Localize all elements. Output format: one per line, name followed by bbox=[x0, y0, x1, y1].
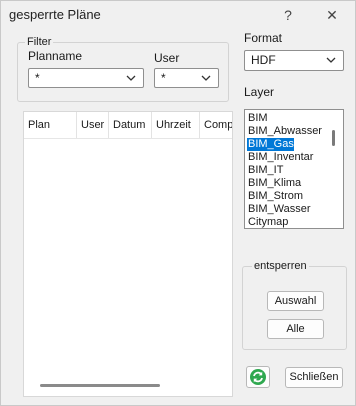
vertical-scrollbar[interactable] bbox=[332, 130, 335, 146]
col-header-user[interactable]: User bbox=[77, 112, 109, 138]
close-icon[interactable]: ✕ bbox=[322, 5, 342, 25]
col-header-plan[interactable]: Plan bbox=[24, 112, 77, 138]
close-button[interactable]: Schließen bbox=[285, 367, 343, 388]
layer-item[interactable]: BIM bbox=[247, 112, 268, 125]
layer-item[interactable]: BIM_Wasser bbox=[247, 203, 311, 216]
table-header: Plan User Datum Uhrzeit Compu bbox=[24, 112, 232, 139]
layer-label: Layer bbox=[244, 85, 275, 99]
planname-value: * bbox=[35, 71, 40, 85]
user-label: User bbox=[154, 51, 180, 65]
col-header-datum[interactable]: Datum bbox=[109, 112, 152, 138]
format-value: HDF bbox=[251, 53, 276, 67]
layer-item[interactable]: Citymap bbox=[247, 216, 288, 228]
title-bar: gesperrte Pläne ? ✕ bbox=[1, 1, 355, 29]
window-title: gesperrte Pläne bbox=[9, 7, 101, 22]
unlock-group-label: entsperren bbox=[252, 260, 309, 272]
select-button[interactable]: Auswahl bbox=[267, 291, 324, 311]
user-combo[interactable]: * bbox=[154, 68, 219, 88]
layer-item-selected[interactable]: BIM_Gas bbox=[247, 138, 294, 151]
help-button[interactable]: ? bbox=[278, 5, 298, 25]
dialog-window: gesperrte Pläne ? ✕ Filter Planname * Us… bbox=[0, 0, 356, 406]
format-combo[interactable]: HDF bbox=[244, 50, 344, 71]
chevron-down-icon bbox=[326, 57, 336, 63]
user-value: * bbox=[161, 71, 166, 85]
layer-item[interactable]: BIM_Abwasser bbox=[247, 125, 322, 138]
planname-label: Planname bbox=[28, 49, 83, 63]
layer-item[interactable]: BIM_Inventar bbox=[247, 151, 313, 164]
col-header-uhrzeit[interactable]: Uhrzeit bbox=[152, 112, 200, 138]
chevron-down-icon bbox=[201, 75, 211, 81]
horizontal-scrollbar[interactable] bbox=[40, 384, 160, 387]
format-label: Format bbox=[244, 31, 283, 45]
refresh-button[interactable] bbox=[246, 366, 270, 388]
planname-combo[interactable]: * bbox=[28, 68, 144, 88]
layer-listbox[interactable]: BIM BIM_Abwasser BIM_Gas BIM_Inventar BI… bbox=[244, 109, 344, 229]
layer-item[interactable]: BIM_Klima bbox=[247, 177, 301, 190]
locked-plans-table[interactable]: Plan User Datum Uhrzeit Compu bbox=[23, 111, 233, 397]
layer-item[interactable]: BIM_IT bbox=[247, 164, 283, 177]
layer-item[interactable]: BIM_Strom bbox=[247, 190, 303, 203]
chevron-down-icon bbox=[126, 75, 136, 81]
refresh-icon bbox=[250, 369, 266, 385]
col-header-computer[interactable]: Compu bbox=[200, 112, 232, 138]
filter-group-label: Filter bbox=[25, 36, 54, 48]
all-button[interactable]: Alle bbox=[267, 319, 324, 339]
